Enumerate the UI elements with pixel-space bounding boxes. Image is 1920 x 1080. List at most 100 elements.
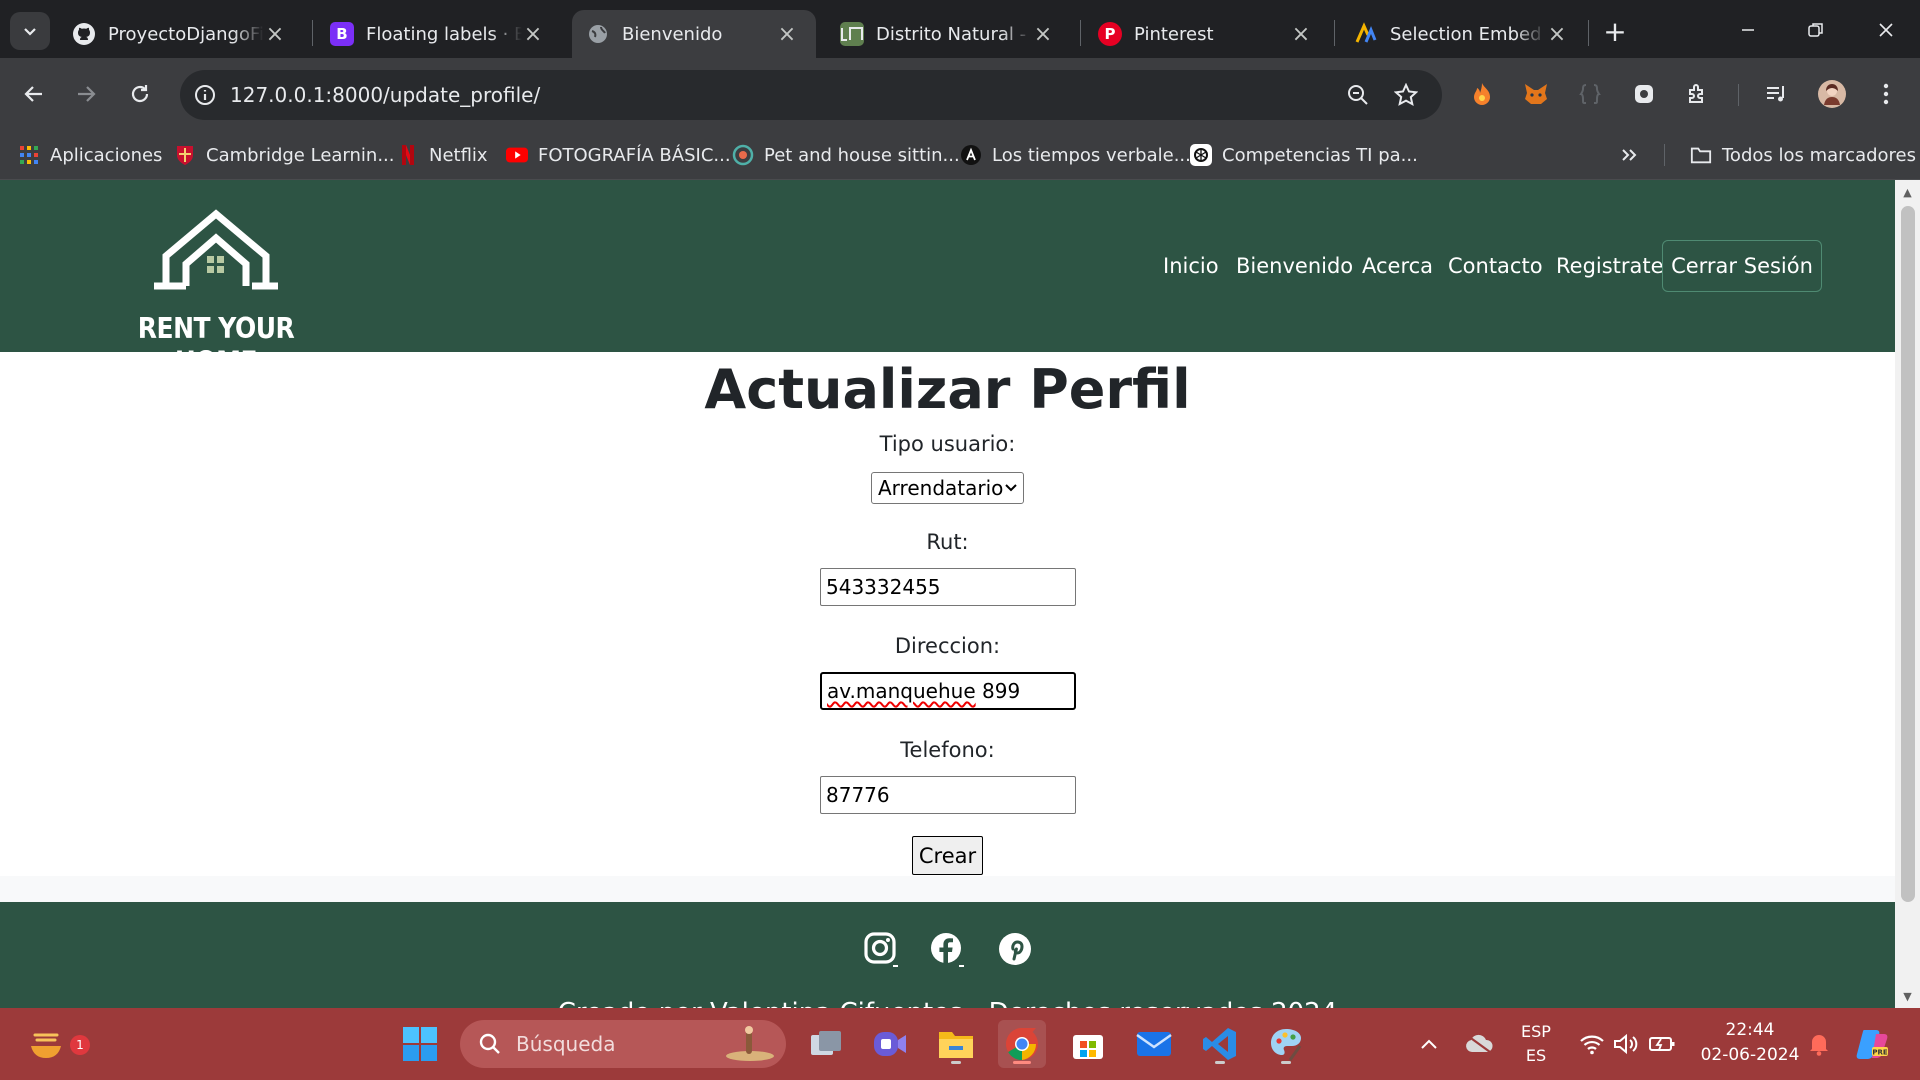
direccion-input[interactable]: av.manquehue 899	[820, 672, 1076, 710]
close-icon[interactable]: ×	[1032, 22, 1054, 47]
copilot-icon[interactable]: PRE	[1850, 1008, 1894, 1080]
telefono-label: Telefono:	[900, 738, 995, 762]
forward-button[interactable]	[66, 74, 106, 114]
close-window-button[interactable]	[1856, 10, 1916, 50]
scroll-up-arrow-icon[interactable]: ▲	[1895, 182, 1920, 202]
restore-button[interactable]	[1786, 10, 1846, 50]
battery-icon[interactable]	[1646, 1008, 1678, 1080]
minimize-button[interactable]	[1718, 10, 1778, 50]
wifi-icon[interactable]	[1576, 1008, 1608, 1080]
site-info-icon[interactable]	[180, 70, 230, 120]
tab-floating-labels[interactable]: B Floating labels · Bo ×	[316, 10, 562, 58]
widgets-button[interactable]: 1	[22, 1020, 90, 1068]
nav-acerca[interactable]: Acerca	[1362, 254, 1433, 278]
tab-selection-embed[interactable]: Selection Embed C ×	[1340, 10, 1586, 58]
file-explorer-button[interactable]	[932, 1020, 980, 1068]
logout-button[interactable]: Cerrar Sesión	[1662, 240, 1822, 292]
close-icon[interactable]: ×	[522, 22, 544, 47]
reload-button[interactable]	[120, 74, 160, 114]
folder-icon	[1690, 144, 1712, 166]
zoom-icon[interactable]	[1338, 70, 1378, 120]
bookmark-cambridge[interactable]: Cambridge Learnin...	[174, 140, 395, 170]
facebook-icon[interactable]	[928, 930, 966, 968]
show-hidden-icons-button[interactable]	[1414, 1008, 1444, 1080]
active-indicator	[1013, 1061, 1031, 1064]
tab-title: Floating labels · Bo	[366, 23, 522, 45]
double-chevron-right-icon	[1622, 149, 1637, 161]
close-icon	[1879, 23, 1893, 37]
tab-pinterest[interactable]: P Pinterest ×	[1084, 10, 1330, 58]
nav-registrate[interactable]: Registrate	[1556, 254, 1664, 278]
new-tab-button[interactable]: +	[1598, 14, 1632, 48]
json-extension-icon[interactable]	[1572, 76, 1608, 112]
nav-bienvenido[interactable]: Bienvenido	[1236, 254, 1353, 278]
tab-distrito-natural[interactable]: Distrito Natural - V ×	[826, 10, 1072, 58]
tab-proyecto-django[interactable]: ProyectoDjangoFin ×	[58, 10, 304, 58]
close-icon[interactable]: ×	[1290, 22, 1312, 47]
store-icon	[1073, 1035, 1103, 1059]
tab-separator	[1588, 20, 1589, 46]
language-indicator[interactable]: ESP ES	[1516, 1020, 1556, 1068]
onedrive-icon[interactable]	[1462, 1008, 1496, 1080]
vscode-button[interactable]	[1196, 1020, 1244, 1068]
bookmark-fotografia[interactable]: FOTOGRAFÍA BÁSIC...	[506, 140, 731, 170]
mail-button[interactable]	[1130, 1020, 1178, 1068]
scrollbar-thumb[interactable]	[1901, 206, 1915, 902]
volume-icon[interactable]	[1610, 1008, 1642, 1080]
bookmark-aplicaciones[interactable]: Aplicaciones	[18, 140, 162, 170]
brand-logo[interactable]: RENT YOUR HOME	[130, 206, 302, 378]
instagram-icon[interactable]	[862, 930, 900, 968]
bookmark-label: Todos los marcadores	[1722, 144, 1916, 166]
scroll-down-arrow-icon[interactable]: ▼	[1895, 986, 1920, 1006]
widgets-icon	[31, 1033, 61, 1058]
page-scrollbar[interactable]: ▲ ▼	[1895, 180, 1920, 1008]
crear-button[interactable]: Crear	[912, 836, 983, 875]
fire-extension-icon[interactable]	[1464, 76, 1500, 112]
taskbar-search[interactable]: Búsqueda	[460, 1020, 786, 1068]
github-icon	[72, 22, 96, 46]
teams-meet-button[interactable]	[866, 1020, 914, 1068]
task-view-button[interactable]	[802, 1020, 850, 1068]
address-bar[interactable]: 127.0.0.1:8000/update_profile/	[180, 70, 1442, 120]
back-button[interactable]	[14, 74, 54, 114]
taskbar-clock[interactable]: 22:44 02-06-2024	[1700, 1018, 1800, 1068]
close-icon[interactable]: ×	[1546, 22, 1568, 47]
profile-avatar[interactable]	[1814, 76, 1850, 112]
bookmark-tiempos-verbales[interactable]: Los tiempos verbale...	[960, 140, 1191, 170]
chevron-down-icon	[24, 28, 36, 36]
pinterest-icon[interactable]	[996, 930, 1034, 968]
media-control-icon[interactable]	[1758, 76, 1794, 112]
record-extension-icon[interactable]	[1626, 76, 1662, 112]
tab-search-button[interactable]	[10, 12, 50, 50]
clock-date: 02-06-2024	[1700, 1045, 1800, 1065]
browser-menu-icon[interactable]	[1868, 76, 1904, 112]
more-bookmarks-button[interactable]	[1620, 140, 1638, 170]
rut-input[interactable]: 543332455	[820, 568, 1076, 606]
telefono-input[interactable]: 87776	[820, 776, 1076, 814]
star-icon[interactable]	[1386, 70, 1426, 120]
microsoft-store-button[interactable]	[1064, 1020, 1112, 1068]
direccion-value-rest: 899	[975, 679, 1021, 703]
all-bookmarks-folder[interactable]: Todos los marcadores	[1690, 140, 1916, 170]
start-button[interactable]	[396, 1020, 444, 1068]
bookmark-pet-house[interactable]: Pet and house sittin...	[732, 140, 960, 170]
tab-bienvenido[interactable]: Bienvenido ×	[572, 10, 816, 58]
notifications-bell-icon[interactable]	[1802, 1008, 1836, 1080]
nav-contacto[interactable]: Contacto	[1448, 254, 1543, 278]
paint-button[interactable]	[1262, 1020, 1310, 1068]
chrome-icon	[1006, 1028, 1038, 1060]
search-highlight-icon	[726, 1026, 774, 1061]
close-icon[interactable]: ×	[776, 22, 798, 47]
chrome-taskbar-button[interactable]	[998, 1020, 1046, 1068]
video-call-icon	[874, 1032, 906, 1056]
svg-text:PRE: PRE	[1872, 1049, 1888, 1057]
running-indicator	[1215, 1061, 1225, 1064]
bookmark-competencias[interactable]: Competencias TI pa...	[1190, 140, 1418, 170]
close-icon[interactable]: ×	[264, 22, 286, 47]
metamask-icon[interactable]	[1518, 76, 1554, 112]
tipo-usuario-select[interactable]: Arrendatario	[871, 472, 1024, 504]
nav-inicio[interactable]: Inicio	[1163, 254, 1219, 278]
extensions-puzzle-icon[interactable]	[1680, 76, 1716, 112]
bookmark-netflix[interactable]: Netflix	[397, 140, 488, 170]
toolbar-separator	[1738, 84, 1739, 106]
